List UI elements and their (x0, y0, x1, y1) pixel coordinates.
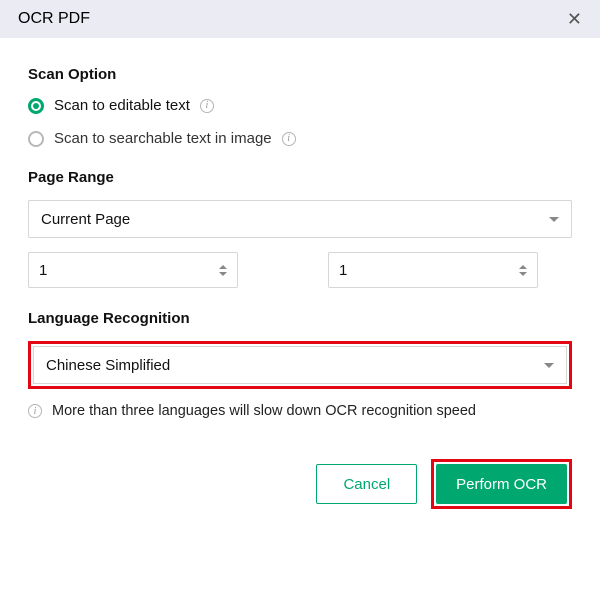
radio-scan-searchable[interactable]: Scan to searchable text in image i (28, 130, 572, 147)
radio-label: Scan to editable text (54, 97, 190, 114)
cancel-button[interactable]: Cancel (316, 464, 417, 504)
dialog-title: OCR PDF (18, 10, 90, 28)
chevron-down-icon[interactable] (519, 272, 527, 276)
spinner-value: 1 (339, 262, 347, 279)
chevron-down-icon[interactable] (219, 272, 227, 276)
chevron-down-icon (544, 363, 554, 368)
language-dropdown[interactable]: Chinese Simplified (33, 346, 567, 384)
dialog-content: Scan Option Scan to editable text i Scan… (0, 38, 600, 529)
info-icon: i (28, 404, 42, 418)
spinner-value: 1 (39, 262, 47, 279)
warning-text: More than three languages will slow down… (52, 403, 476, 419)
chevron-down-icon (549, 217, 559, 222)
radio-scan-editable[interactable]: Scan to editable text i (28, 97, 572, 114)
titlebar: OCR PDF ✕ (0, 0, 600, 38)
info-icon[interactable]: i (200, 99, 214, 113)
close-icon[interactable]: ✕ (567, 9, 582, 30)
page-range-label: Page Range (28, 169, 572, 186)
page-from-stepper[interactable]: 1 (28, 252, 238, 288)
page-range-dropdown[interactable]: Current Page (28, 200, 572, 238)
radio-icon (28, 98, 44, 114)
button-row: Cancel Perform OCR (28, 459, 572, 509)
radio-label: Scan to searchable text in image (54, 130, 272, 147)
language-highlight: Chinese Simplified (28, 341, 572, 389)
language-recognition-label: Language Recognition (28, 310, 572, 327)
language-warning: i More than three languages will slow do… (28, 403, 572, 419)
radio-icon (28, 131, 44, 147)
chevron-up-icon[interactable] (219, 265, 227, 269)
chevron-up-icon[interactable] (519, 265, 527, 269)
page-to-stepper[interactable]: 1 (328, 252, 538, 288)
perform-ocr-button[interactable]: Perform OCR (436, 464, 567, 504)
page-range-row: 1 1 (28, 252, 572, 288)
info-icon[interactable]: i (282, 132, 296, 146)
scan-option-label: Scan Option (28, 66, 572, 83)
dropdown-value: Current Page (41, 211, 130, 228)
dropdown-value: Chinese Simplified (46, 357, 170, 374)
perform-highlight: Perform OCR (431, 459, 572, 509)
